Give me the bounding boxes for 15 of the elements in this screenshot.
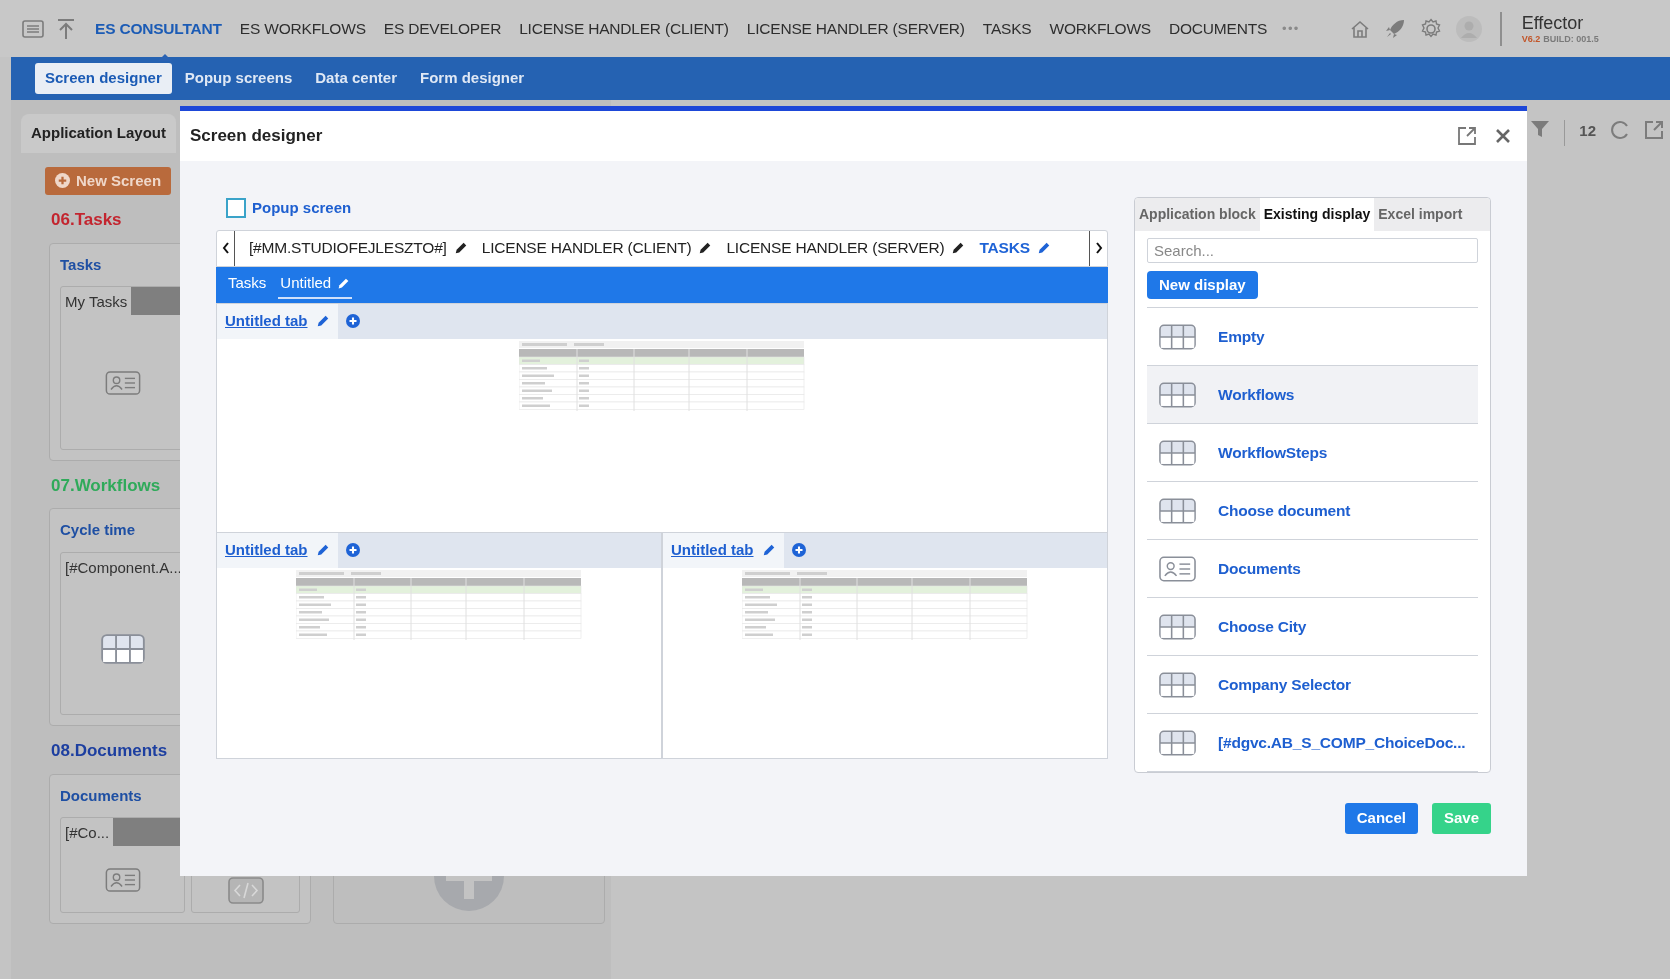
group-title: 07.Workflows <box>51 474 161 497</box>
block-title: [#Component.A... <box>64 557 183 578</box>
card-title: Documents <box>60 785 143 806</box>
card-title: Cycle time <box>60 520 137 540</box>
dialog-title: Screen designer <box>190 125 324 148</box>
checkbox-label: Popup screen <box>252 198 352 218</box>
group-title: 08.Documents <box>51 740 168 762</box>
card-title: Tasks <box>60 254 103 275</box>
block-title: My Tasks <box>64 292 129 312</box>
version-label: V6.2 <box>1521 34 1541 44</box>
build-label: BUILD: 001.5 <box>1543 34 1599 44</box>
group-title: 06.Tasks <box>51 209 122 231</box>
app-name: Effector <box>1521 13 1585 32</box>
count-label: 12 <box>1579 121 1596 141</box>
block-title: [#Co... <box>64 823 111 843</box>
